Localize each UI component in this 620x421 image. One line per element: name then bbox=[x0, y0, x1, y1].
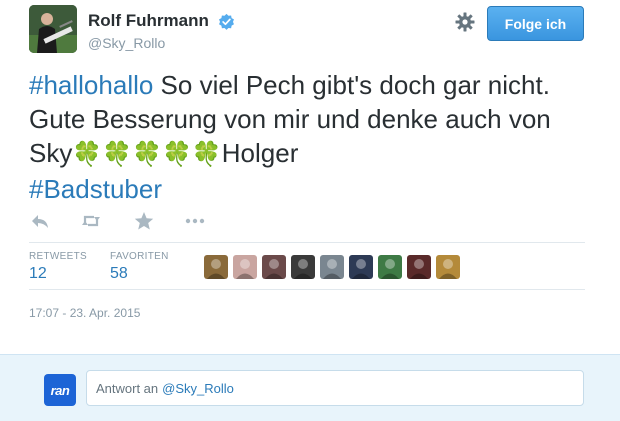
following-button[interactable]: Folge ich bbox=[487, 6, 584, 41]
tweet-timestamp[interactable]: 17:07 - 23. Apr. 2015 bbox=[29, 306, 140, 320]
tweet-actions bbox=[29, 210, 229, 236]
user-avatar[interactable] bbox=[320, 255, 344, 279]
favorite-icon[interactable] bbox=[133, 210, 155, 232]
reply-prefix: Antwort an bbox=[96, 380, 159, 396]
tweet-card: Rolf Fuhrmann @Sky_Rollo Folge ich #hall… bbox=[0, 0, 620, 354]
user-avatar[interactable] bbox=[29, 5, 77, 53]
user-avatar[interactable] bbox=[233, 255, 257, 279]
clover-emoji-icon: 🍀🍀🍀🍀🍀 bbox=[72, 141, 222, 168]
user-avatar[interactable] bbox=[204, 255, 228, 279]
tweet-text-signature: Holger bbox=[221, 138, 299, 168]
verified-badge-icon bbox=[219, 13, 234, 30]
user-avatar[interactable] bbox=[291, 255, 315, 279]
reply-icon[interactable] bbox=[29, 210, 51, 232]
reply-mention: @Sky_Rollo bbox=[162, 380, 234, 396]
user-handle[interactable]: @Sky_Rollo bbox=[88, 35, 165, 51]
divider bbox=[29, 289, 585, 290]
gear-icon[interactable] bbox=[455, 12, 475, 32]
hashtag-link[interactable]: #hallohallo bbox=[29, 70, 153, 100]
user-avatar[interactable] bbox=[349, 255, 373, 279]
hashtag-link[interactable]: #Badstuber bbox=[29, 174, 162, 204]
retweets-label: RETWEETS bbox=[29, 251, 87, 262]
current-user-avatar: ran bbox=[44, 374, 76, 406]
favorites-count[interactable]: 58 bbox=[110, 265, 128, 283]
retweet-icon[interactable] bbox=[80, 210, 102, 232]
user-avatar[interactable] bbox=[378, 255, 402, 279]
user-avatar[interactable] bbox=[436, 255, 460, 279]
reply-input[interactable]: Antwort an @Sky_Rollo bbox=[86, 370, 584, 406]
user-avatar[interactable] bbox=[262, 255, 286, 279]
reply-box: ran Antwort an @Sky_Rollo bbox=[0, 354, 620, 421]
divider bbox=[29, 242, 585, 243]
favorites-label: FAVORITEN bbox=[110, 251, 169, 262]
retweets-count[interactable]: 12 bbox=[29, 265, 47, 283]
user-avatar[interactable] bbox=[407, 255, 431, 279]
tweet-text: #hallohallo So viel Pech gibt's doch gar… bbox=[29, 68, 599, 206]
user-name[interactable]: Rolf Fuhrmann bbox=[88, 11, 209, 31]
more-icon[interactable] bbox=[184, 210, 206, 232]
